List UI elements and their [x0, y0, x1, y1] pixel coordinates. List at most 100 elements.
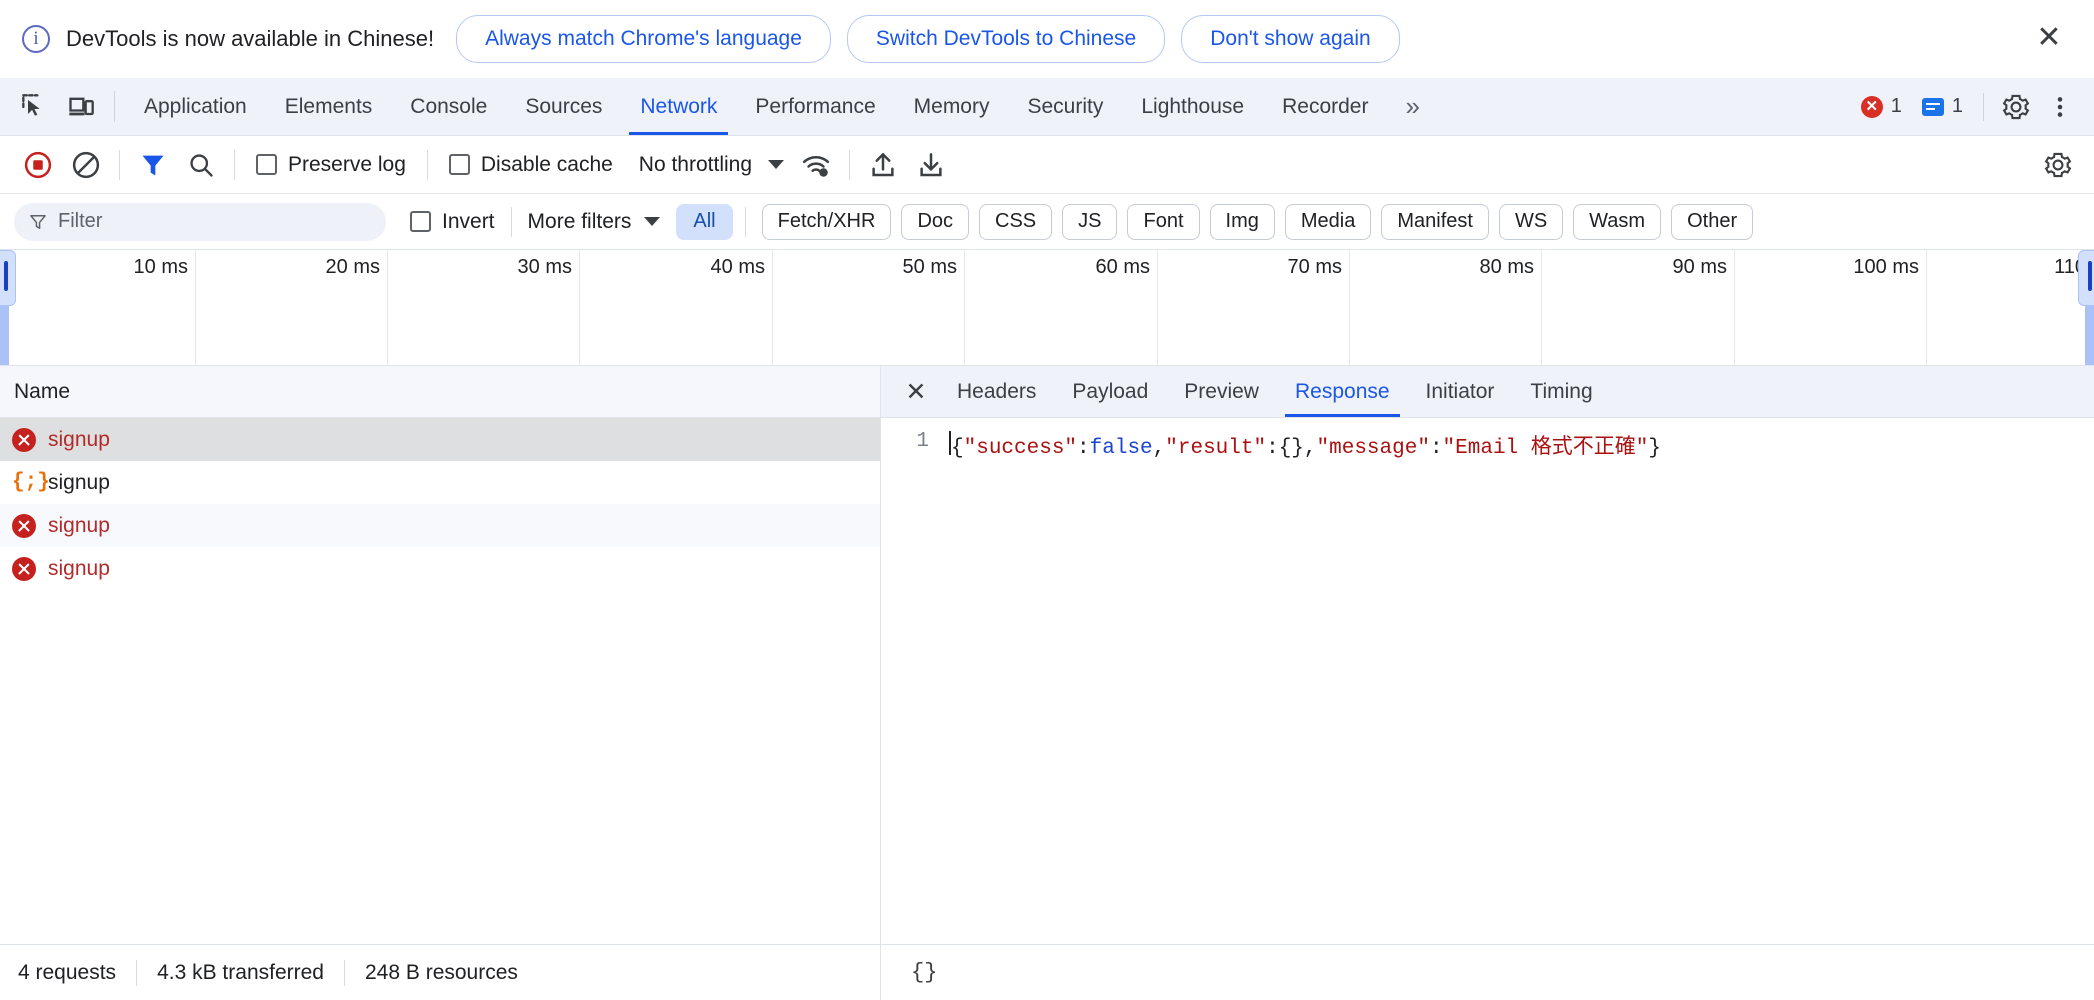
tab-sources[interactable]: Sources [506, 78, 621, 135]
overview-right-grabber[interactable] [2078, 250, 2094, 306]
more-filters-dropdown[interactable]: More filters [528, 210, 661, 234]
tab-performance[interactable]: Performance [736, 78, 894, 135]
tick-label: 40 ms [710, 256, 765, 278]
chip-css[interactable]: CSS [979, 203, 1053, 240]
chip-other[interactable]: Other [1671, 203, 1754, 240]
chip-js[interactable]: JS [1062, 203, 1118, 240]
table-row[interactable]: signup [0, 418, 880, 461]
table-row[interactable]: signup [0, 547, 880, 590]
chip-all[interactable]: All [676, 203, 733, 240]
gear-icon[interactable] [1994, 93, 2038, 121]
tab-recorder[interactable]: Recorder [1263, 78, 1387, 135]
tab-network[interactable]: Network [621, 78, 736, 135]
chip-font[interactable]: Font [1127, 203, 1200, 240]
chip-wasm[interactable]: Wasm [1573, 203, 1662, 240]
resource-type-chips: All Fetch/XHR Doc CSS JS Font Img Media … [676, 203, 1754, 240]
chip-fetch-xhr[interactable]: Fetch/XHR [761, 203, 892, 240]
dont-show-again-button[interactable]: Don't show again [1181, 15, 1400, 63]
tabbar-right-divider [1983, 92, 1984, 121]
json-token: : [1429, 437, 1443, 460]
tab-lighthouse[interactable]: Lighthouse [1122, 78, 1263, 135]
error-icon [12, 556, 36, 581]
tick-40ms: 40 ms [580, 250, 773, 365]
json-token: : [1077, 437, 1090, 460]
tab-memory[interactable]: Memory [895, 78, 1009, 135]
format-json-button[interactable]: {} [911, 960, 937, 985]
request-name: signup [48, 427, 110, 451]
toolbar-divider-2 [234, 149, 235, 180]
tab-security[interactable]: Security [1008, 78, 1122, 135]
column-header-name[interactable]: Name [0, 366, 880, 418]
transferred-size: 4.3 kB transferred [157, 960, 324, 984]
devtools-window: i DevTools is now available in Chinese! … [0, 0, 2094, 1000]
banner-message: DevTools is now available in Chinese! [66, 26, 435, 51]
tick-20ms: 20 ms [196, 250, 388, 365]
clear-icon[interactable] [62, 141, 110, 189]
tab-payload[interactable]: Payload [1054, 366, 1166, 417]
tick-60ms: 60 ms [965, 250, 1158, 365]
network-settings-gear-icon[interactable] [2034, 141, 2082, 189]
invert-checkbox[interactable]: Invert [410, 210, 495, 234]
more-tabs-icon[interactable]: » [1387, 78, 1434, 135]
filter-funnel-icon [30, 214, 46, 229]
chip-media[interactable]: Media [1284, 203, 1372, 240]
disable-cache-checkbox[interactable]: Disable cache [437, 153, 625, 177]
chip-manifest[interactable]: Manifest [1381, 203, 1489, 240]
message-icon [1921, 97, 1944, 116]
funnel-icon[interactable] [129, 141, 177, 189]
tab-headers[interactable]: Headers [939, 366, 1054, 417]
chip-doc[interactable]: Doc [901, 203, 970, 240]
upload-icon[interactable] [859, 141, 907, 189]
error-count-badge[interactable]: ✕ 1 [1851, 95, 1912, 118]
response-body[interactable]: 1 {"success":false,"result":{},"message"… [881, 418, 2094, 944]
json-token: "success" [963, 437, 1078, 460]
message-count-badge[interactable]: 1 [1912, 95, 1973, 118]
tick-80ms: 80 ms [1350, 250, 1542, 365]
request-list-pane: Name signup {;} signup signup signup 4 r… [0, 366, 881, 1000]
filter-input[interactable]: Filter [14, 202, 386, 241]
close-detail-icon[interactable]: ✕ [893, 366, 939, 417]
json-token: "Email 格式不正確" [1442, 437, 1649, 460]
json-token: "result" [1165, 437, 1267, 460]
line-number: 1 [916, 430, 929, 453]
tab-timing[interactable]: Timing [1512, 366, 1610, 417]
tick-label: 30 ms [517, 256, 572, 278]
chip-img[interactable]: Img [1209, 203, 1275, 240]
record-stop-icon[interactable] [14, 141, 62, 189]
wifi-settings-icon[interactable] [792, 141, 840, 189]
json-token: , [1152, 437, 1166, 460]
search-icon[interactable] [177, 141, 225, 189]
tab-response[interactable]: Response [1277, 366, 1408, 417]
tab-console[interactable]: Console [391, 78, 506, 135]
download-icon[interactable] [907, 141, 955, 189]
tab-application[interactable]: Application [125, 78, 266, 135]
overview-left-grabber[interactable] [0, 250, 16, 306]
tab-elements[interactable]: Elements [266, 78, 392, 135]
chip-ws[interactable]: WS [1498, 203, 1564, 240]
always-match-language-button[interactable]: Always match Chrome's language [456, 15, 831, 63]
table-row[interactable]: signup [0, 504, 880, 547]
table-row[interactable]: {;} signup [0, 461, 880, 504]
locale-banner: i DevTools is now available in Chinese! … [0, 0, 2094, 78]
throttling-select[interactable]: No throttling [625, 153, 792, 177]
timeline-ruler: 10 ms 20 ms 30 ms 40 ms 50 ms 60 ms 70 m… [0, 250, 2094, 365]
filter-placeholder: Filter [58, 210, 103, 232]
inspect-element-icon[interactable] [12, 78, 58, 135]
kebab-menu-icon[interactable] [2038, 94, 2082, 120]
switch-devtools-language-button[interactable]: Switch DevTools to Chinese [846, 15, 1166, 63]
close-banner-icon[interactable]: ✕ [2030, 20, 2068, 58]
tab-preview[interactable]: Preview [1166, 366, 1277, 417]
invert-label: Invert [442, 209, 495, 233]
network-overview[interactable]: 10 ms 20 ms 30 ms 40 ms 50 ms 60 ms 70 m… [0, 250, 2094, 366]
preserve-log-checkbox[interactable]: Preserve log [244, 153, 418, 177]
json-icon: {;} [12, 470, 50, 494]
tab-initiator[interactable]: Initiator [1408, 366, 1513, 417]
toolbar-divider-1 [119, 149, 120, 180]
device-toolbar-icon[interactable] [58, 78, 104, 135]
tick-label: 80 ms [1479, 256, 1534, 278]
tick-label: 50 ms [902, 256, 957, 278]
tick-label: 90 ms [1672, 256, 1727, 278]
response-json-text[interactable]: {"success":false,"result":{},"message":"… [949, 430, 1661, 460]
tick-label: 10 ms [133, 256, 188, 278]
error-icon [12, 513, 36, 538]
